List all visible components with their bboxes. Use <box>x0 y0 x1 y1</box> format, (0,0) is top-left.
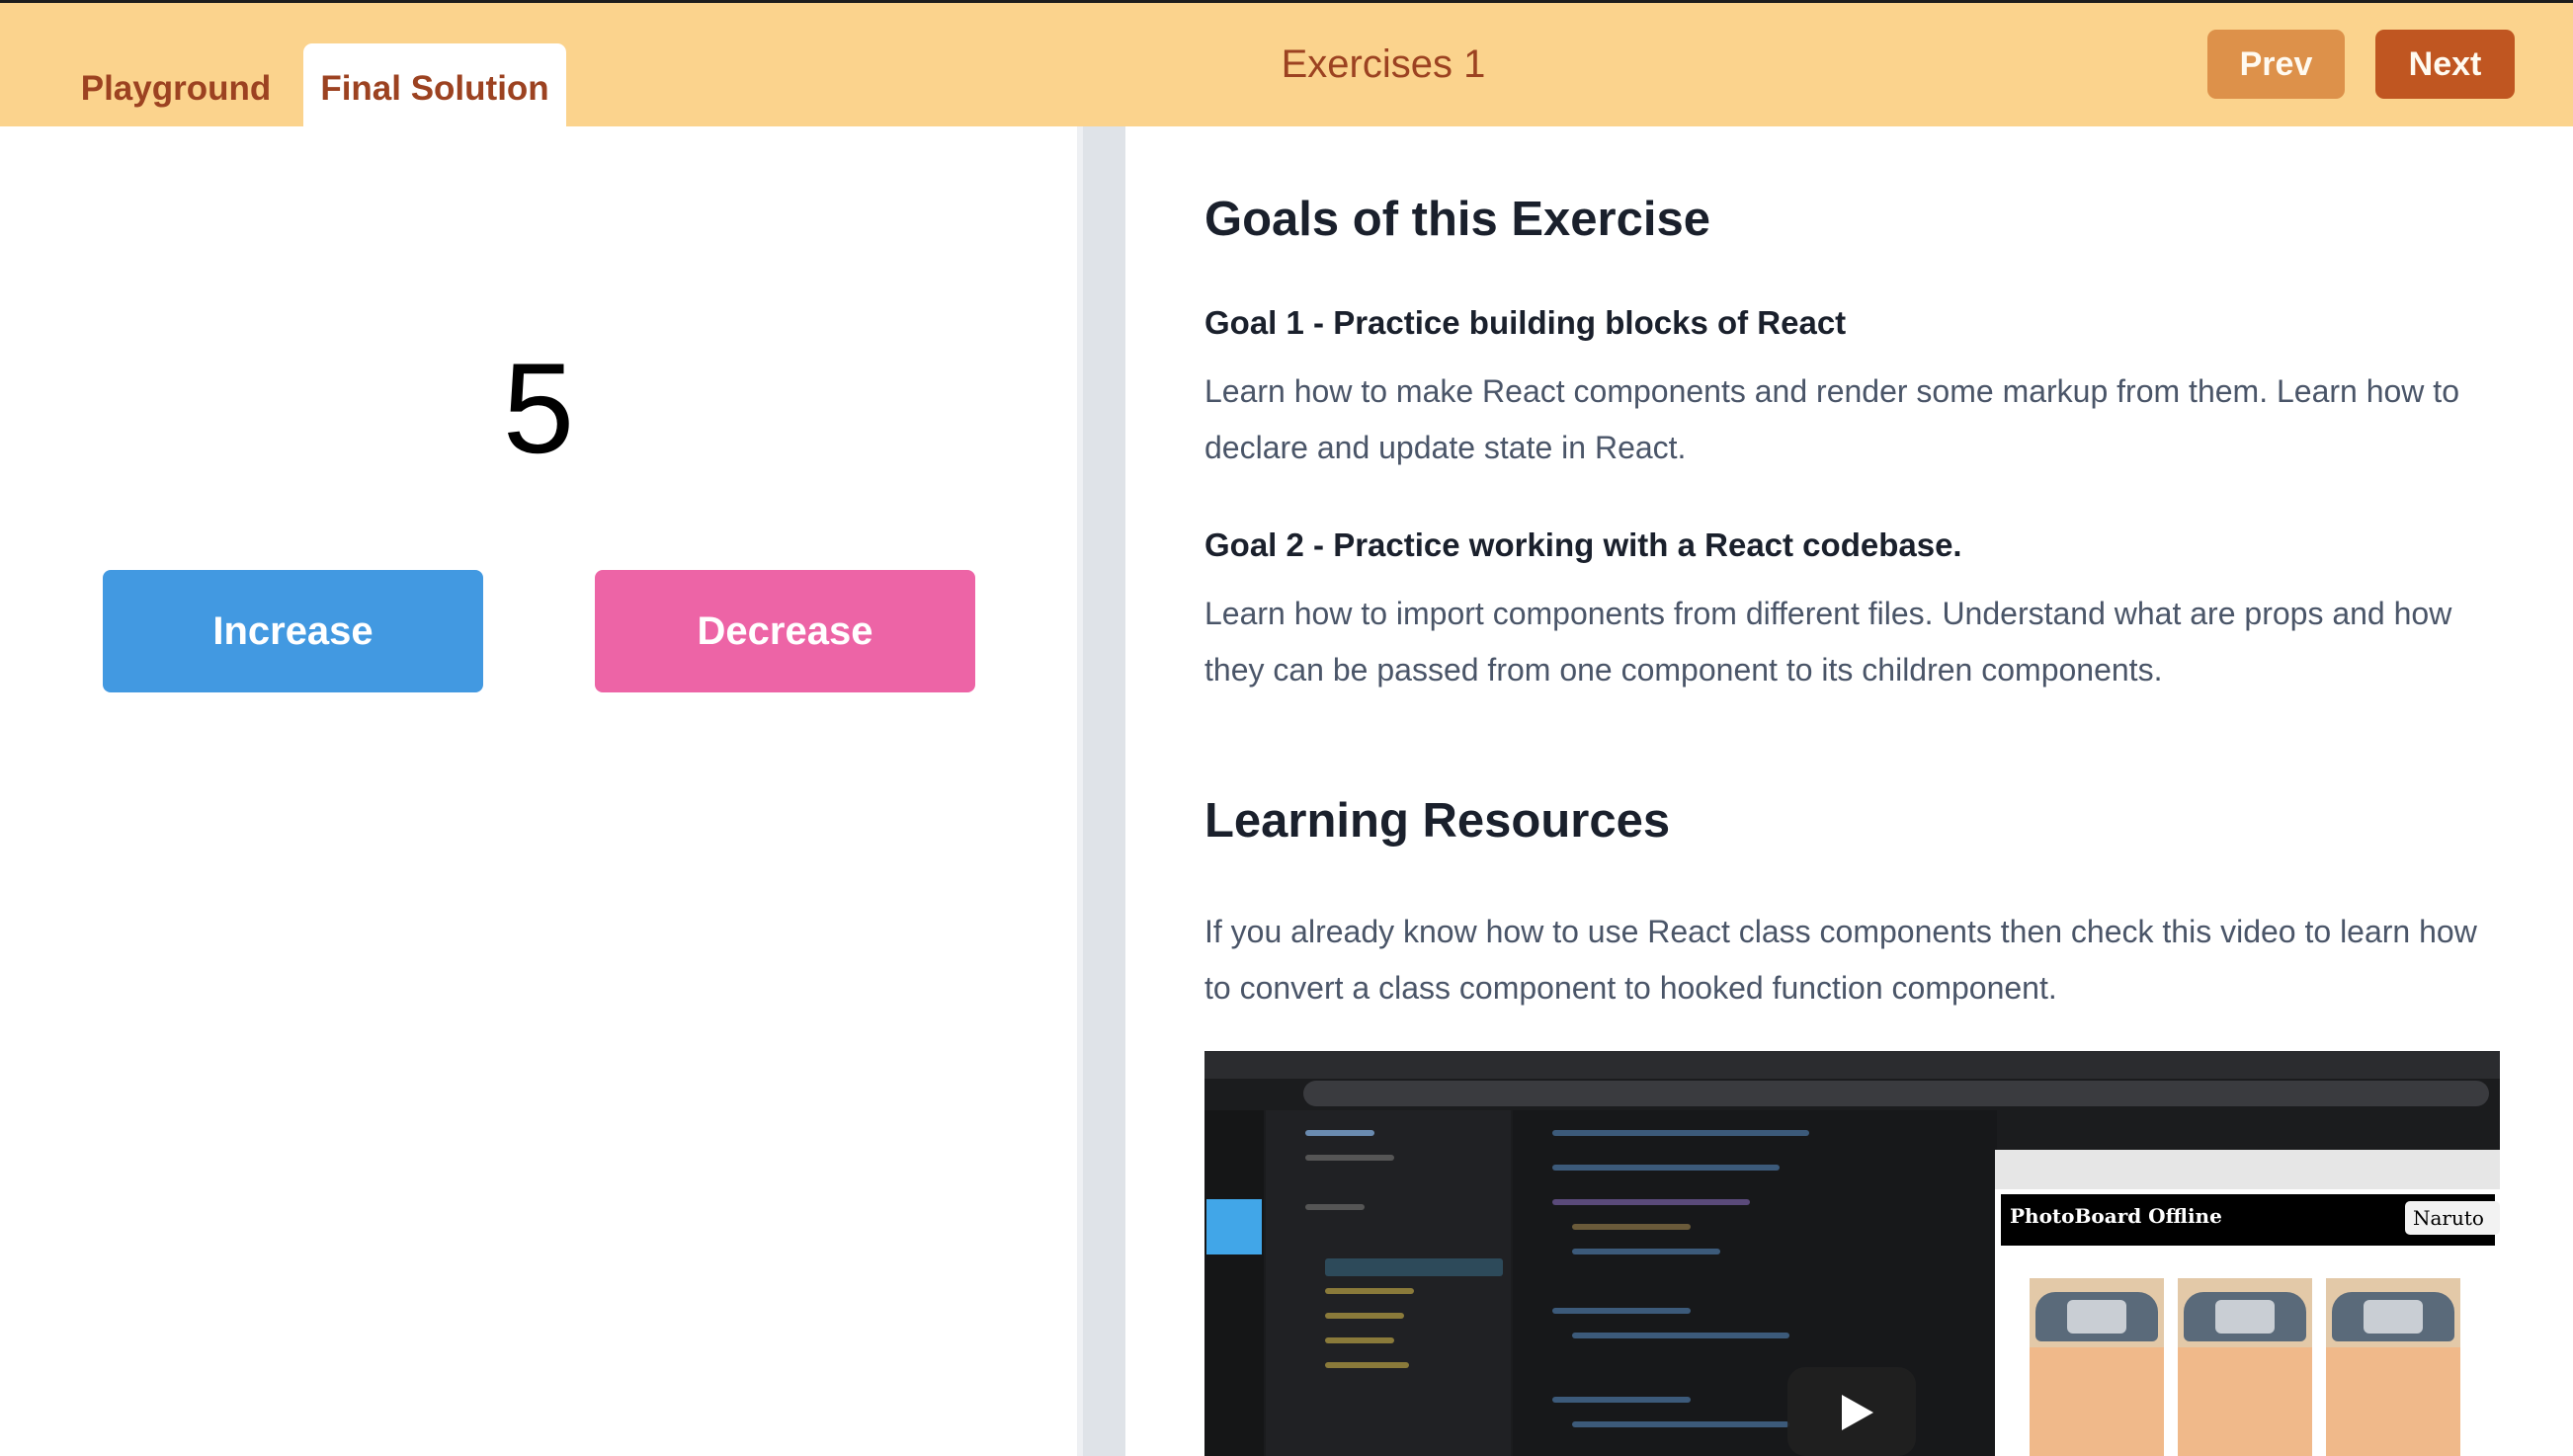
video-explorer-line <box>1325 1337 1394 1343</box>
playground-pane: 5 Increase Decrease <box>0 126 1077 1456</box>
video-code-line <box>1552 1165 1780 1171</box>
counter-value: 5 <box>502 336 575 480</box>
video-explorer-line <box>1325 1288 1414 1294</box>
video-photo-plate <box>2364 1300 2423 1334</box>
increase-button[interactable]: Increase <box>103 570 483 692</box>
tab-final-solution[interactable]: Final Solution <box>303 43 566 126</box>
prev-button[interactable]: Prev <box>2207 30 2345 99</box>
video-preview-urlbar <box>1995 1150 2500 1189</box>
video-explorer-line <box>1305 1130 1374 1136</box>
video-photo-card <box>2326 1278 2460 1456</box>
goal-2-title: Goal 2 - Practice working with a React c… <box>1204 526 1962 563</box>
resources-text: If you already know how to use React cla… <box>1204 914 2477 1006</box>
video-code-line <box>1572 1249 1720 1254</box>
video-photo-plate <box>2067 1300 2126 1334</box>
resources-heading: Learning Resources <box>1204 794 1671 848</box>
decrease-button[interactable]: Decrease <box>595 570 975 692</box>
page-title: Exercises 1 <box>1281 42 1486 86</box>
video-code-line <box>1552 1308 1691 1314</box>
instructions-pane: Goals of this Exercise Goal 1 - Practice… <box>1125 126 2573 1456</box>
video-photo-card <box>2178 1278 2312 1456</box>
pane-divider-shade <box>1077 126 1083 1456</box>
pane-divider[interactable] <box>1077 126 1125 1456</box>
video-code-editor <box>1513 1110 1997 1456</box>
video-photo-face <box>2326 1347 2460 1456</box>
goals-heading: Goals of this Exercise <box>1204 193 1710 246</box>
video-explorer-line <box>1305 1204 1365 1210</box>
video-code-line <box>1572 1333 1789 1338</box>
video-explorer-selected <box>1325 1258 1503 1276</box>
video-photo-plate <box>2215 1300 2275 1334</box>
video-photo-card <box>2030 1278 2164 1456</box>
video-explorer-line <box>1325 1313 1404 1319</box>
video-explorer-line <box>1305 1155 1394 1161</box>
video-code-line <box>1552 1130 1809 1136</box>
video-files-icon <box>1206 1199 1262 1254</box>
video-editor-sidebar <box>1204 1110 1264 1456</box>
play-button[interactable] <box>1787 1367 1916 1456</box>
goal-1-title: Goal 1 - Practice building blocks of Rea… <box>1204 304 1847 341</box>
top-header: Playground Final Solution Exercises 1 Pr… <box>0 3 2573 126</box>
video-embed[interactable]: PhotoBoard Offline Naruto <box>1204 1051 2500 1456</box>
video-code-line <box>1572 1224 1691 1230</box>
video-code-line <box>1552 1397 1691 1403</box>
video-photo-face <box>2030 1347 2164 1456</box>
video-code-line <box>1572 1421 1789 1427</box>
tab-playground[interactable]: Playground <box>59 43 292 126</box>
video-browser-tabbar <box>1204 1051 2500 1079</box>
video-photo-face <box>2178 1347 2312 1456</box>
video-file-explorer <box>1266 1110 1511 1456</box>
video-preview-title: PhotoBoard Offline <box>2010 1204 2222 1228</box>
play-icon <box>1842 1395 1873 1430</box>
goal-1-text: Learn how to make React components and r… <box>1204 373 2459 465</box>
video-code-line <box>1552 1199 1750 1205</box>
video-preview-select: Naruto <box>2405 1201 2500 1235</box>
next-button[interactable]: Next <box>2375 30 2515 99</box>
video-browser-urlbar <box>1303 1081 2489 1106</box>
goal-2-text: Learn how to import components from diff… <box>1204 596 2452 688</box>
video-explorer-line <box>1325 1362 1409 1368</box>
